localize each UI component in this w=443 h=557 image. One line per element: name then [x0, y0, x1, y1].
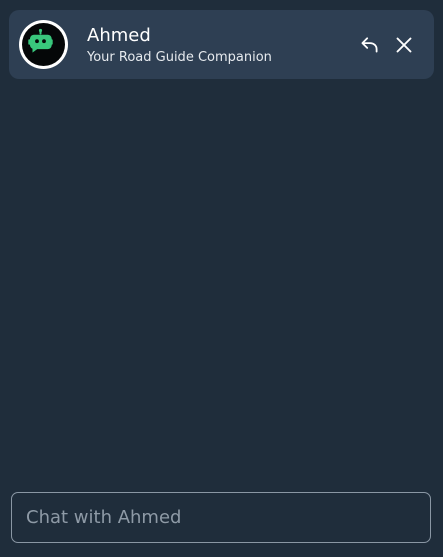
chat-window: Ahmed Your Road Guide Companion: [0, 0, 443, 557]
chat-header: Ahmed Your Road Guide Companion: [9, 10, 434, 79]
assistant-avatar: [19, 20, 68, 69]
chat-input-container: [11, 492, 431, 543]
close-icon: [396, 37, 412, 53]
chat-input[interactable]: [26, 493, 416, 542]
close-button[interactable]: [391, 32, 417, 58]
bot-icon: [28, 28, 53, 53]
back-button[interactable]: [357, 32, 383, 58]
undo-icon: [361, 37, 378, 53]
assistant-subtitle: Your Road Guide Companion: [87, 50, 272, 65]
assistant-name: Ahmed: [87, 25, 151, 46]
